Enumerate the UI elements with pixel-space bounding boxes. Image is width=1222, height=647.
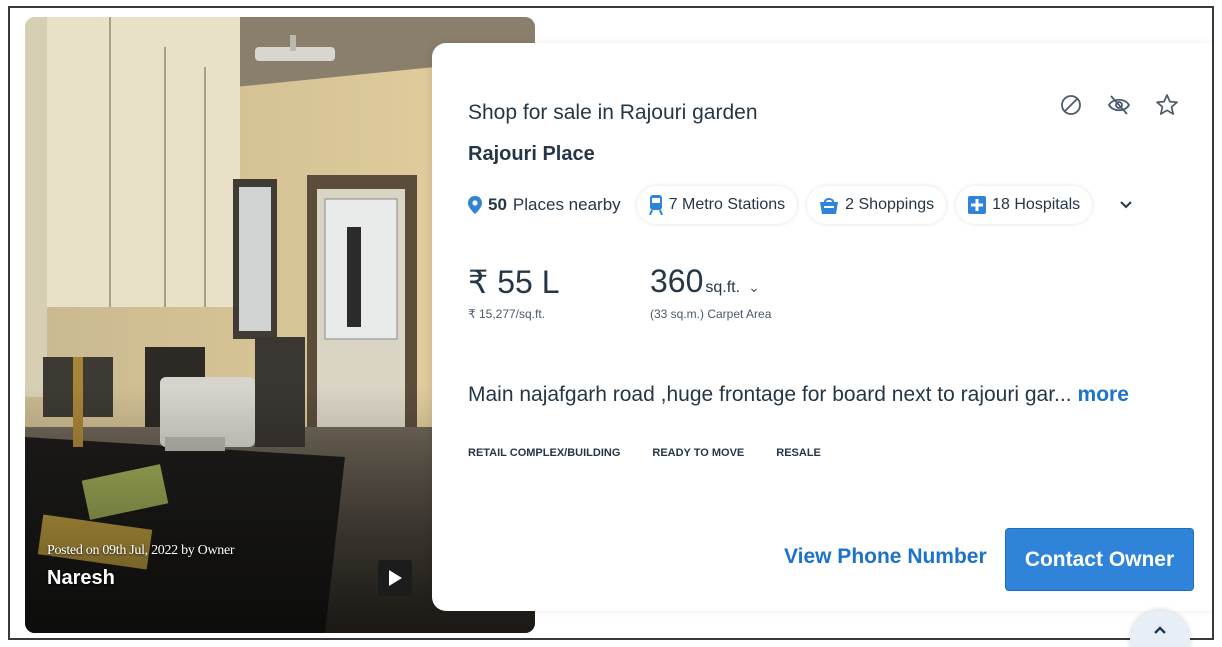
- hospital-icon: [968, 196, 987, 214]
- listing-tags: RETAIL COMPLEX/BUILDING READY TO MOVE RE…: [468, 447, 821, 459]
- shopping-bag-icon: [820, 198, 839, 214]
- listing-actions: [1058, 92, 1180, 118]
- play-icon: [389, 570, 402, 586]
- tag: RETAIL COMPLEX/BUILDING: [468, 447, 621, 459]
- block-icon: [1061, 95, 1081, 115]
- description-text: Main najafgarh road ,huge frontage for b…: [468, 383, 1072, 406]
- places-nearby-label: Places nearby: [512, 195, 621, 214]
- area-details: (33 sq.m.) Carpet Area: [650, 307, 772, 321]
- chevron-down-icon: [1120, 201, 1132, 209]
- contact-owner-button[interactable]: Contact Owner: [1005, 528, 1194, 591]
- tag: READY TO MOVE: [652, 447, 745, 459]
- chip-shoppings[interactable]: 2 Shoppings: [807, 186, 947, 224]
- price-per-sqft: ₹ 15,277/sq.ft.: [468, 307, 546, 321]
- view-phone-number-link[interactable]: View Phone Number: [784, 545, 987, 569]
- report-button[interactable]: [1058, 92, 1084, 118]
- metro-icon: [648, 195, 663, 215]
- location-pin-icon: [468, 196, 482, 214]
- tag: RESALE: [776, 447, 821, 459]
- nearby-row: 50 Places nearby 7 Metro Stations 2 Shop…: [462, 183, 1136, 227]
- play-video-button[interactable]: [378, 560, 412, 596]
- eye-off-icon: [1107, 95, 1131, 115]
- area-unit: sq.ft.: [705, 279, 741, 296]
- star-icon: [1156, 94, 1178, 115]
- area-value: 360: [650, 263, 704, 299]
- shortlist-button[interactable]: [1154, 92, 1180, 118]
- listing-card[interactable]: Shop for sale in Rajouri garden Rajouri …: [432, 43, 1212, 611]
- hide-listing-button[interactable]: [1106, 92, 1132, 118]
- expand-nearby-button[interactable]: [1116, 195, 1136, 215]
- posted-date: Posted on 09th Jul, 2022 by Owner: [47, 543, 235, 558]
- owner-name: Naresh: [47, 567, 115, 589]
- arrow-up-icon: [1154, 626, 1166, 634]
- more-link[interactable]: more: [1078, 383, 1129, 406]
- chevron-down-icon: ⌄: [748, 279, 760, 295]
- description: Main najafgarh road ,huge frontage for b…: [468, 383, 1129, 407]
- project-name[interactable]: Rajouri Place: [468, 143, 595, 166]
- places-nearby-count: 50: [488, 195, 507, 214]
- places-nearby-link[interactable]: 50 Places nearby: [462, 195, 627, 215]
- chip-label: 7 Metro Stations: [668, 196, 786, 213]
- chip-label: 2 Shoppings: [845, 196, 935, 213]
- chip-metro-stations[interactable]: 7 Metro Stations: [636, 186, 798, 224]
- price: ₹ 55 L: [468, 264, 560, 300]
- area-selector[interactable]: 360 sq.ft. ⌄: [650, 263, 760, 300]
- chip-label: 18 Hospitals: [992, 196, 1081, 213]
- listing-title[interactable]: Shop for sale in Rajouri garden: [468, 101, 758, 125]
- chip-hospitals[interactable]: 18 Hospitals: [956, 186, 1093, 224]
